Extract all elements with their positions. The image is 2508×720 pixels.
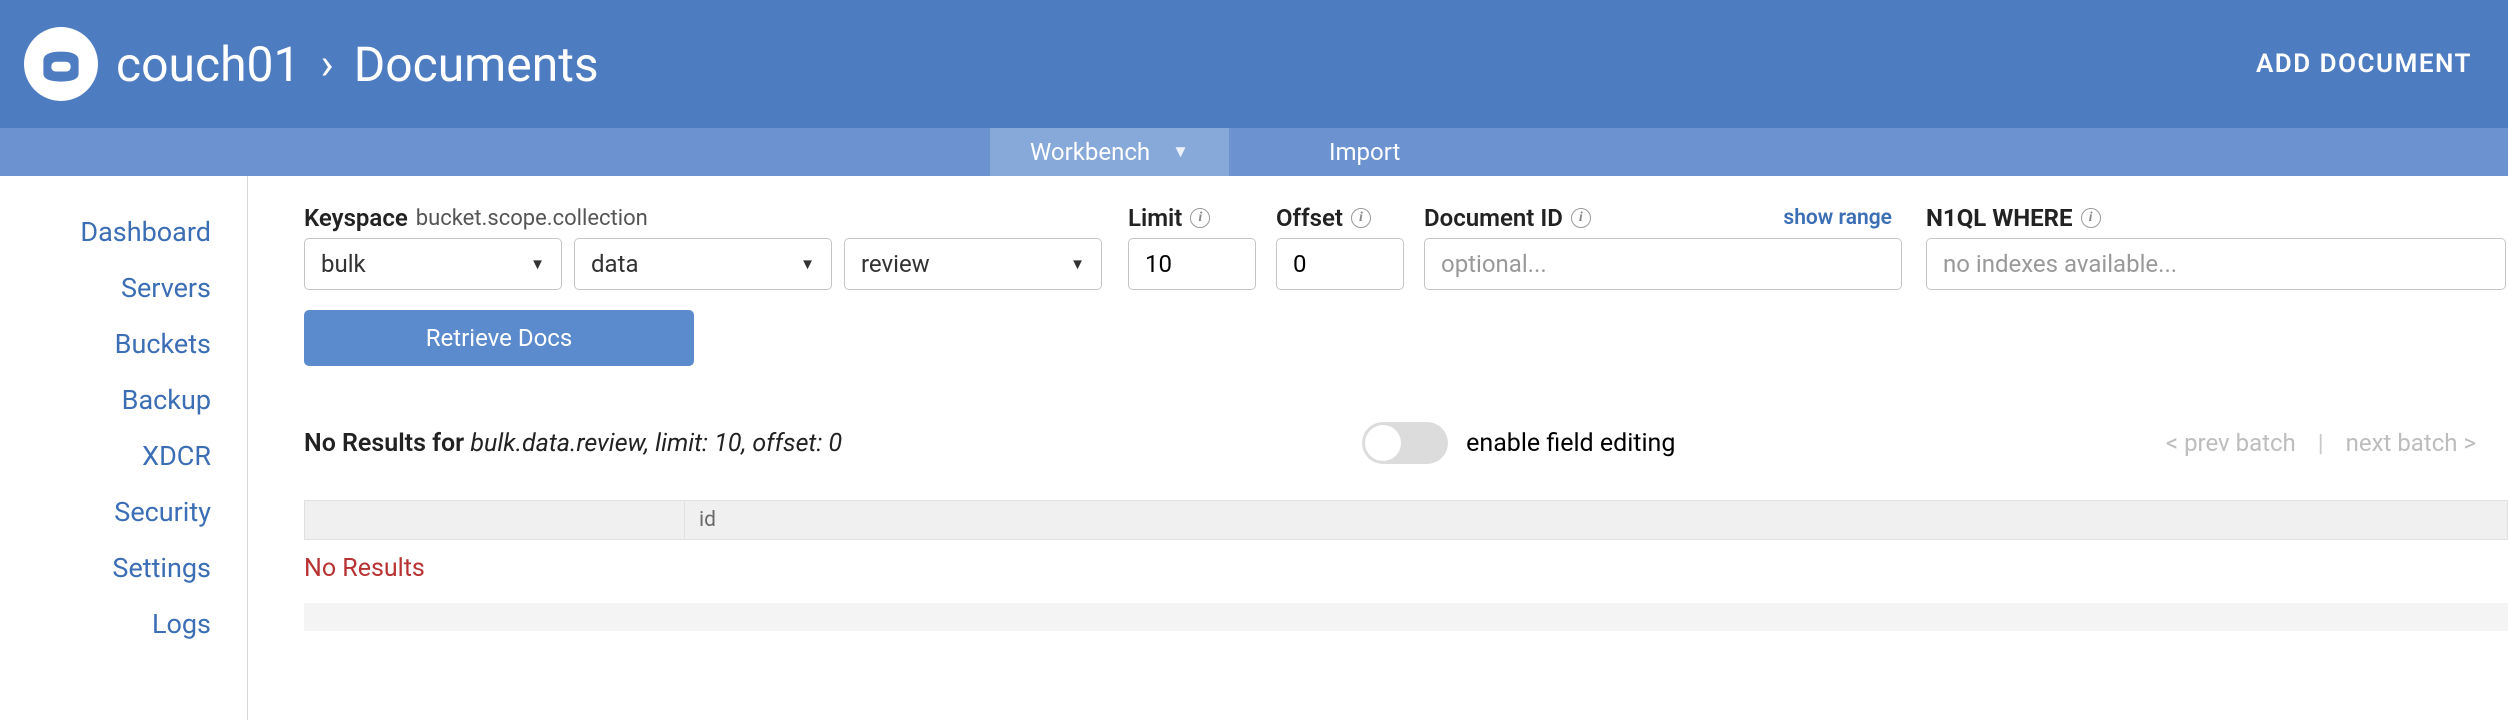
enable-field-editing-toggle[interactable] xyxy=(1362,422,1448,464)
show-range-link[interactable]: show range xyxy=(1783,206,1902,230)
n1ql-label: N1QL WHERE i xyxy=(1926,204,2506,232)
checkbox-column xyxy=(305,501,685,539)
page-title: Documents xyxy=(354,36,599,93)
n1ql-where-input xyxy=(1943,250,2489,278)
breadcrumb: couch01 › Documents xyxy=(116,36,599,93)
n1ql-label-text: N1QL WHERE xyxy=(1926,204,2073,232)
sidebar-item-dashboard[interactable]: Dashboard xyxy=(0,204,247,260)
sub-tabs: Workbench ▼ Import xyxy=(0,128,2508,176)
collection-select-value: review xyxy=(861,250,930,278)
cluster-name[interactable]: couch01 xyxy=(116,36,300,93)
scope-select-value: data xyxy=(591,250,639,278)
toggle-label: enable field editing xyxy=(1466,429,1675,458)
tab-workbench[interactable]: Workbench ▼ xyxy=(990,128,1229,176)
empty-row xyxy=(304,603,2508,631)
couchbase-logo[interactable] xyxy=(24,27,98,101)
results-summary: No Results for bulk.data.review, limit: … xyxy=(304,429,842,458)
results-prefix: No Results for xyxy=(304,429,470,458)
info-icon[interactable]: i xyxy=(1351,208,1371,228)
caret-down-icon: ▼ xyxy=(530,255,545,273)
info-icon[interactable]: i xyxy=(1190,208,1210,228)
info-icon[interactable]: i xyxy=(2081,208,2101,228)
sidebar-item-security[interactable]: Security xyxy=(0,484,247,540)
results-table-header: id xyxy=(304,500,2508,540)
caret-down-icon: ▼ xyxy=(1070,255,1085,273)
keyspace-sublabel: bucket.scope.collection xyxy=(416,206,648,231)
limit-label: Limit i xyxy=(1128,204,1256,232)
caret-down-icon: ▼ xyxy=(800,255,815,273)
bucket-select-value: bulk xyxy=(321,250,366,278)
docid-input[interactable] xyxy=(1441,250,1885,278)
sidebar-item-servers[interactable]: Servers xyxy=(0,260,247,316)
offset-label-text: Offset xyxy=(1276,204,1343,232)
sidebar-item-buckets[interactable]: Buckets xyxy=(0,316,247,372)
info-icon[interactable]: i xyxy=(1571,208,1591,228)
no-results-message: No Results xyxy=(304,540,2508,603)
docid-label-text: Document ID xyxy=(1424,204,1563,232)
limit-input[interactable] xyxy=(1145,250,1239,278)
id-column-header: id xyxy=(685,508,716,532)
sidebar-item-xdcr[interactable]: XDCR xyxy=(0,428,247,484)
sidebar-item-backup[interactable]: Backup xyxy=(0,372,247,428)
tab-import[interactable]: Import xyxy=(1289,128,1440,176)
offset-input[interactable] xyxy=(1293,250,1387,278)
add-document-button[interactable]: ADD DOCUMENT xyxy=(2256,49,2472,79)
sidebar-item-logs[interactable]: Logs xyxy=(0,596,247,652)
keyspace-label-text: Keyspace xyxy=(304,204,408,232)
scope-select[interactable]: data ▼ xyxy=(574,238,832,290)
chevron-right-icon: › xyxy=(320,38,333,90)
keyspace-label: Keyspace bucket.scope.collection xyxy=(304,204,1102,232)
separator: | xyxy=(2318,429,2324,457)
retrieve-docs-button[interactable]: Retrieve Docs xyxy=(304,310,694,366)
next-batch-link: next batch > xyxy=(2346,429,2476,457)
limit-label-text: Limit xyxy=(1128,204,1182,232)
bucket-select[interactable]: bulk ▼ xyxy=(304,238,562,290)
sidebar: Dashboard Servers Buckets Backup XDCR Se… xyxy=(0,176,248,720)
docid-label-row: Document ID i show range xyxy=(1424,204,1902,232)
offset-label: Offset i xyxy=(1276,204,1404,232)
sidebar-item-settings[interactable]: Settings xyxy=(0,540,247,596)
tab-import-label: Import xyxy=(1329,138,1400,166)
results-query: bulk.data.review, limit: 10, offset: 0 xyxy=(470,429,842,458)
chevron-down-icon: ▼ xyxy=(1172,142,1189,162)
tab-workbench-label: Workbench xyxy=(1030,138,1150,166)
collection-select[interactable]: review ▼ xyxy=(844,238,1102,290)
prev-batch-link: < prev batch xyxy=(2166,429,2296,457)
